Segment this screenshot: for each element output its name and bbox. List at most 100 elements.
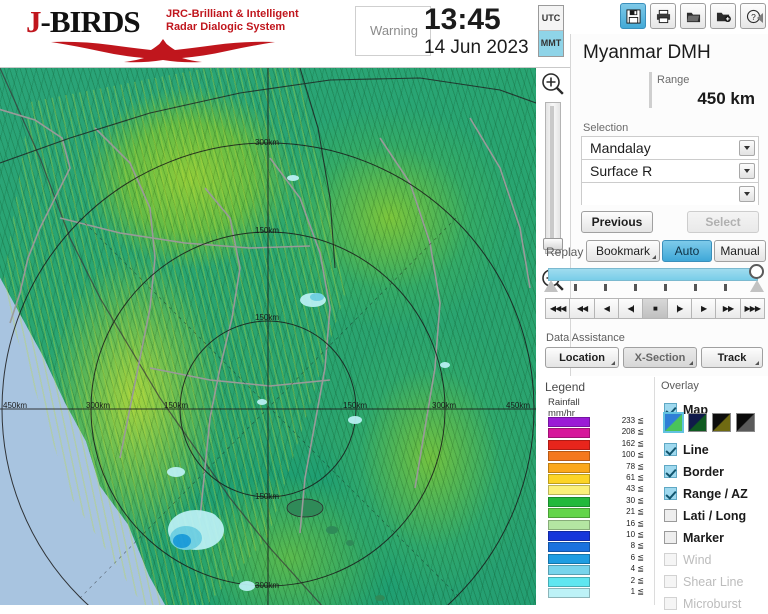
legend-row: 78 ≦ [548,461,648,474]
logo-letter-j: J [26,4,41,39]
range-label: Range [657,74,690,86]
checkbox-icon [664,575,677,588]
legend-color-swatch [548,588,590,598]
radar-info-panel: Myanmar DMH Range 450 km Selection Manda… [570,34,768,376]
previous-button[interactable]: Previous [581,211,653,233]
replay-section: Replay Bookmark Auto Manual ◀◀◀ ◀◀ ◀ ◀| ■ |▶ ▶… [540,236,768,324]
legend-value: 6 ≦ [630,552,644,562]
menu-corner-icon [652,255,656,259]
replay-end-marker[interactable] [750,280,764,292]
overlay-item-lati-long[interactable]: Lati / Long [664,505,768,526]
track-button[interactable]: Track [701,347,763,368]
print-icon [656,9,670,23]
overlay-item-border[interactable]: Border [664,461,768,482]
checkbox-icon[interactable] [664,509,677,522]
replay-manual-button[interactable]: Manual [714,240,766,262]
overlay-item-range-az[interactable]: Range / AZ [664,483,768,504]
checkbox-icon[interactable] [664,531,677,544]
step-forward-button[interactable]: |▶ [667,298,692,319]
legend-value: 78 ≦ [626,461,644,471]
location-label: Location [559,351,605,364]
legend-value: 30 ≦ [626,495,644,505]
legend-color-swatch [548,462,590,473]
range-label-s-300: 300km [255,581,280,590]
add-folder-button[interactable] [710,3,736,29]
transport-glyph-icon: ◀◀◀ [549,304,567,313]
range-label-w-450: 450km [3,401,28,410]
legend-color-swatch [548,417,590,427]
checkbox-icon [664,597,677,610]
stop-button[interactable]: ■ [643,298,668,319]
x-section-button[interactable]: X-Section [623,347,697,368]
range-label-n-300: 300km [255,138,280,147]
transport-glyph-icon: ▶▶ [722,304,734,313]
rewind-fast-button[interactable]: ◀◀ [570,298,595,319]
range-label-w-300: 300km [86,401,111,410]
overlay-item-line[interactable]: Line [664,439,768,460]
legend-row: 30 ≦ [548,495,648,508]
replay-start-marker[interactable] [544,280,558,292]
chevron-down-icon[interactable] [739,140,755,156]
logo-tagline: JRC-Brilliant & Intelligent Radar Dialog… [166,8,299,34]
logo-rest: -BIRDS [40,4,141,39]
timezone-utc-option[interactable]: UTC [539,6,563,31]
toolbar-collapse-arrow[interactable] [757,13,763,23]
save-button[interactable] [620,3,646,29]
timezone-local-option[interactable]: MMT [539,31,563,56]
zoom-slider-fill [550,106,554,238]
legend-color-swatch [548,485,590,496]
legend-value: 8 ≦ [630,541,644,551]
chevron-down-icon[interactable] [739,163,755,179]
selection-dropdown-site[interactable]: Mandalay [581,136,759,159]
checkbox-icon[interactable] [664,465,677,478]
terrain-color-swatch[interactable] [663,412,684,433]
play-button[interactable]: ▶ [691,298,717,319]
replay-auto-button[interactable]: Auto [662,240,712,262]
timezone-toggle[interactable]: UTC MMT [538,5,564,57]
overlay-item-wind: Wind [664,549,768,570]
warning-box[interactable]: Warning [355,6,431,56]
location-button[interactable]: Location [545,347,619,368]
rewind-all-button[interactable]: ◀◀◀ [545,298,571,319]
overlay-item-marker[interactable]: Marker [664,527,768,548]
open-folder-button[interactable] [680,3,706,29]
chevron-down-icon[interactable] [739,186,755,202]
forward-fast-button[interactable]: ▶▶ [716,298,741,319]
checkbox-icon[interactable] [664,487,677,500]
track-label: Track [717,351,747,364]
legend-panel: Legend Rainfall mm/hr 233 ≦ 208 ≦ 162 ≦ 100… [540,377,655,605]
overlay-item-label: Line [683,442,709,457]
overlay-item-label: Border [683,464,724,479]
legend-color-swatch [548,553,590,564]
replay-slider-handle[interactable] [749,264,764,279]
print-button[interactable] [650,3,676,29]
legend-value: 2 ≦ [630,575,644,585]
legend-color-swatch [548,496,590,507]
selection-dropdown-product[interactable]: Surface R [581,159,759,182]
step-back-button[interactable]: ◀| [618,298,644,319]
terrain-gray-swatch[interactable] [736,413,755,432]
top-toolbar: ? [620,3,766,33]
clock-time: 13:45 [424,3,501,36]
range-value: 450 km [697,89,755,108]
folder-add-icon [716,12,731,22]
legend-row: 16 ≦ [548,519,648,531]
selection-dropdown-extra[interactable] [581,182,759,205]
replay-slider-track[interactable] [548,268,758,281]
bookmark-button[interactable]: Bookmark [586,240,660,262]
logo-wordmark: J-BIRDS [26,4,141,40]
zoom-in-button[interactable] [539,70,567,98]
forward-all-button[interactable]: ▶▶▶ [740,298,765,319]
legend-color-swatch [548,531,590,541]
checkbox-icon[interactable] [664,443,677,456]
warning-label: Warning [370,23,418,38]
legend-value: 208 ≦ [621,427,644,437]
data-assistance-section: Data Assistance Location X-Section Track [540,330,768,374]
data-assistance-label: Data Assistance [546,332,625,344]
play-reverse-button[interactable]: ◀ [594,298,619,319]
terrain-dark-swatch[interactable] [688,413,707,432]
selection-product-value: Surface R [590,163,653,179]
radar-map[interactable]: 450km 300km 150km 150km 300km 450km 300k… [0,68,536,605]
terrain-olive-swatch[interactable] [712,413,731,432]
select-button[interactable]: Select [687,211,759,233]
